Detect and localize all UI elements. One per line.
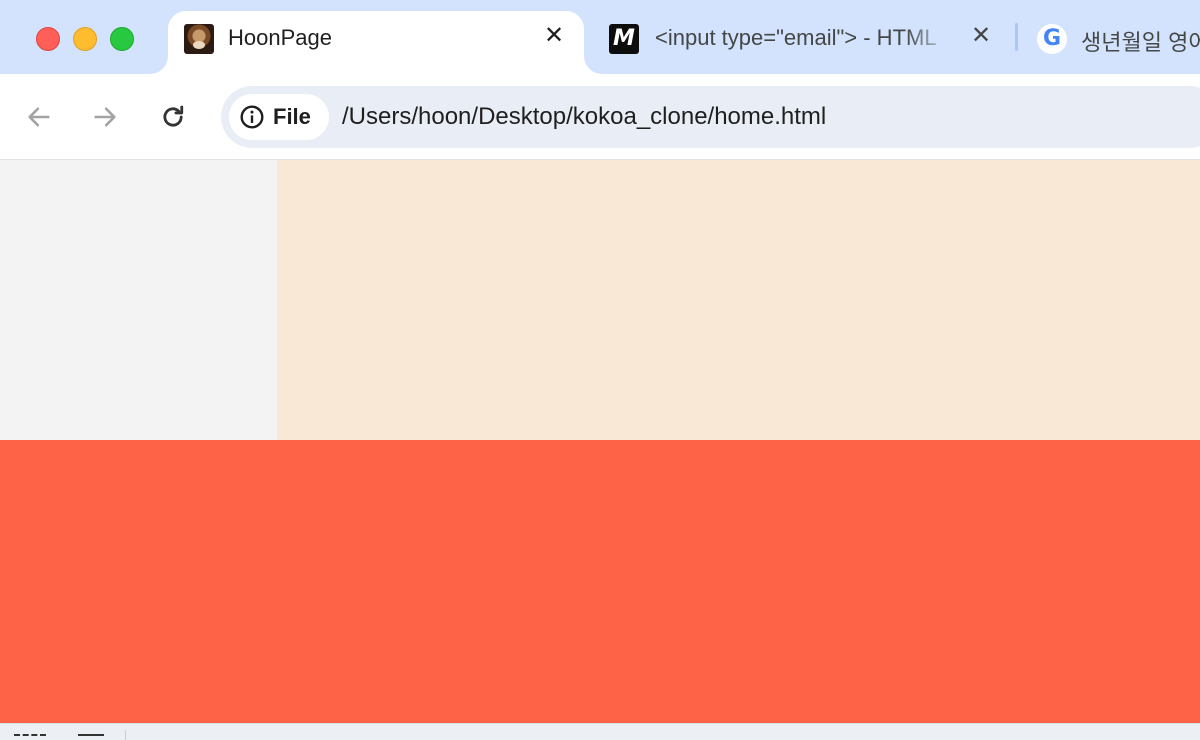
page-sidebar-block <box>0 160 277 440</box>
dog-photo-favicon-icon <box>184 24 214 54</box>
info-circle-icon <box>240 105 264 129</box>
url-text[interactable]: /Users/hoon/Desktop/kokoa_clone/home.htm… <box>342 103 826 131</box>
window-minimize-button[interactable] <box>73 27 97 51</box>
google-logo-icon: G <box>1037 24 1067 54</box>
tab-title[interactable]: 생년월일 영어 <box>1081 25 1200 57</box>
site-chip-label: File <box>273 104 311 129</box>
mdn-logo-icon: M <box>609 24 639 54</box>
reload-button[interactable] <box>154 98 192 136</box>
window-close-button[interactable] <box>36 27 60 51</box>
bottom-panel-strip <box>0 723 1200 740</box>
site-info-chip[interactable]: File <box>229 94 329 140</box>
tab-title[interactable]: <input type="email"> - HTML <box>655 25 950 51</box>
close-tab-icon[interactable]: ✕ <box>967 22 995 50</box>
arrow-left-icon <box>28 107 50 127</box>
arrow-right-icon <box>94 107 116 127</box>
panel-divider <box>125 730 126 740</box>
tab-strip: HoonPage ✕ M <input type="email"> - HTML… <box>0 0 1200 74</box>
tab-title: HoonPage <box>228 25 332 50</box>
reload-icon <box>163 105 184 127</box>
window-maximize-button[interactable] <box>110 27 134 51</box>
forward-button[interactable] <box>86 98 124 136</box>
close-tab-icon[interactable]: ✕ <box>540 22 568 50</box>
panel-tab-icon[interactable] <box>78 734 104 740</box>
tab-divider <box>1015 23 1018 51</box>
browser-toolbar: File /Users/hoon/Desktop/kokoa_clone/hom… <box>0 74 1200 160</box>
page-viewport <box>0 160 1200 723</box>
panel-grip-icon[interactable] <box>14 734 46 740</box>
back-button[interactable] <box>20 98 58 136</box>
page-hero-block <box>277 160 1200 440</box>
page-tomato-band <box>0 440 1200 723</box>
address-bar[interactable]: File /Users/hoon/Desktop/kokoa_clone/hom… <box>221 86 1200 148</box>
